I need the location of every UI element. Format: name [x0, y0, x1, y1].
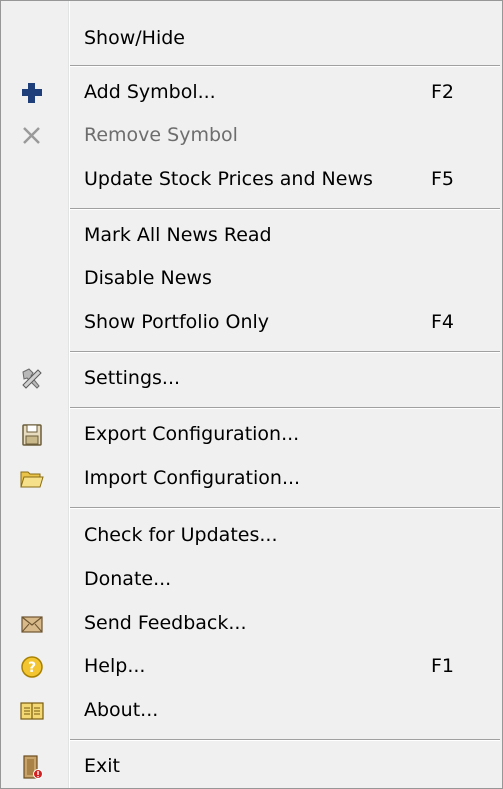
menu-item-remove-symbol[interactable]: Remove Symbol	[1, 114, 502, 158]
x-icon	[19, 123, 45, 149]
book-icon	[19, 698, 45, 724]
tools-icon	[19, 366, 45, 392]
menu-item-label: Donate...	[84, 568, 172, 590]
shortcut-key: F1	[431, 655, 455, 677]
menu-item-add-symbol[interactable]: Add Symbol... F2	[1, 71, 502, 115]
menu-separator	[70, 65, 500, 67]
menu-separator	[70, 507, 500, 509]
menu-item-label: Send Feedback...	[84, 612, 247, 634]
envelope-icon	[19, 611, 45, 637]
menu-separator	[70, 407, 500, 409]
menu-item-show-hide[interactable]: Show/Hide	[1, 17, 502, 61]
menu-item-exit[interactable]: Exit	[1, 745, 502, 788]
menu-item-label: About...	[84, 699, 159, 721]
plus-icon	[19, 80, 45, 106]
menu-item-about[interactable]: About...	[1, 689, 502, 733]
help-icon: ?	[19, 654, 45, 680]
menu-item-show-portfolio-only[interactable]: Show Portfolio Only F4	[1, 301, 502, 345]
menu-item-donate[interactable]: Donate...	[1, 558, 502, 602]
menu-item-label: Update Stock Prices and News	[84, 168, 373, 190]
menu-item-label: Mark All News Read	[84, 224, 272, 246]
menu-item-label: Help...	[84, 655, 146, 677]
menu-item-settings[interactable]: Settings...	[1, 357, 502, 401]
menu-item-help[interactable]: ? Help... F1	[1, 645, 502, 689]
menu-item-label: Show/Hide	[84, 27, 185, 49]
menu-item-mark-all-news-read[interactable]: Mark All News Read	[1, 214, 502, 258]
menu-item-check-for-updates[interactable]: Check for Updates...	[1, 514, 502, 558]
menu-item-label: Show Portfolio Only	[84, 311, 270, 333]
exit-door-icon	[19, 754, 45, 780]
menu-separator	[70, 208, 500, 210]
open-folder-icon	[19, 466, 45, 492]
menu-item-send-feedback[interactable]: Send Feedback...	[1, 602, 502, 646]
menu-item-label: Export Configuration...	[84, 423, 300, 445]
menu-item-label: Add Symbol...	[84, 81, 216, 103]
context-menu: Show/Hide Add Symbol... F2 Remove Symbol…	[0, 0, 503, 789]
shortcut-key: F2	[431, 81, 455, 103]
save-icon	[19, 422, 45, 448]
shortcut-key: F4	[431, 311, 455, 333]
menu-separator	[70, 739, 500, 741]
menu-item-export-configuration[interactable]: Export Configuration...	[1, 413, 502, 457]
svg-text:?: ?	[28, 660, 36, 676]
menu-item-label: Import Configuration...	[84, 467, 301, 489]
menu-separator	[70, 351, 500, 353]
menu-item-label: Exit	[84, 755, 120, 777]
menu-item-import-configuration[interactable]: Import Configuration...	[1, 457, 502, 501]
menu-item-update-stock-prices[interactable]: Update Stock Prices and News F5	[1, 158, 502, 202]
shortcut-key: F5	[431, 168, 455, 190]
menu-item-label: Disable News	[84, 267, 212, 289]
menu-item-label: Settings...	[84, 367, 181, 389]
menu-item-disable-news[interactable]: Disable News	[1, 257, 502, 301]
menu-item-label: Check for Updates...	[84, 524, 278, 546]
menu-item-label: Remove Symbol	[84, 124, 238, 146]
